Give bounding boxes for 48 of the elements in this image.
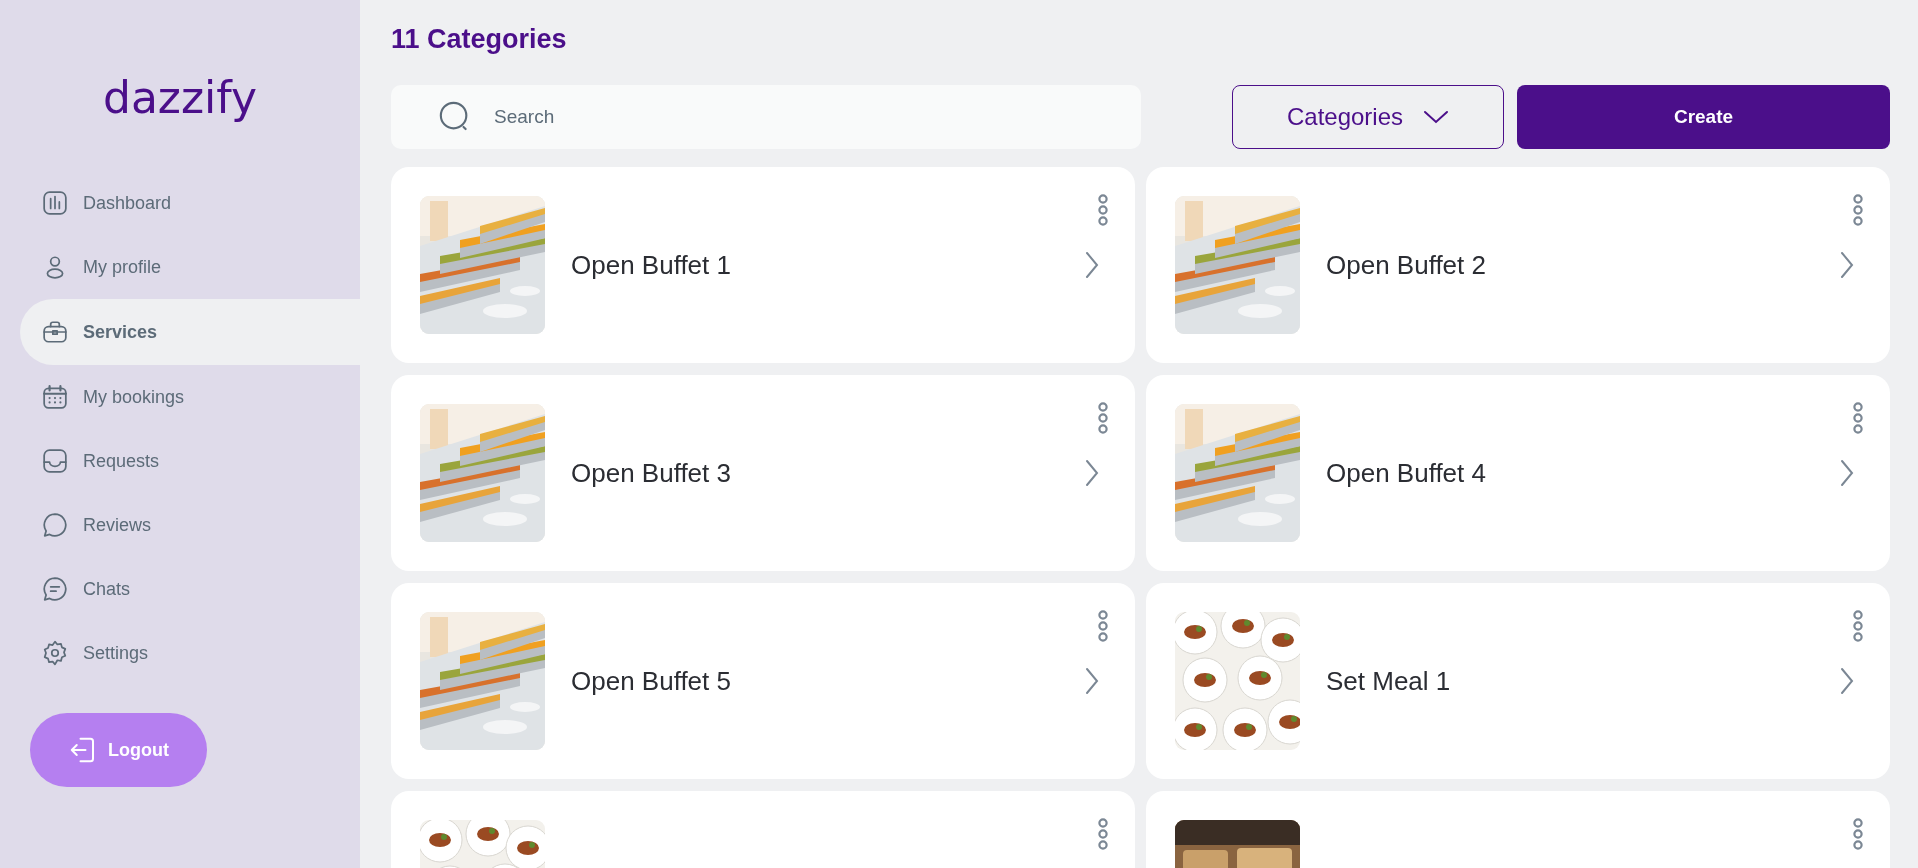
logout-button[interactable]: Logout xyxy=(30,713,207,787)
category-card[interactable]: Open Buffet 3 xyxy=(391,375,1135,571)
card-title: Open Buffet 2 xyxy=(1326,249,1487,281)
more-icon[interactable] xyxy=(1097,194,1109,226)
sidebar-item[interactable]: My bookings xyxy=(20,365,360,429)
page-title: 11 Categories xyxy=(391,23,567,55)
settings-icon xyxy=(42,640,68,666)
chevron-right-icon[interactable] xyxy=(1840,459,1854,487)
more-icon[interactable] xyxy=(1852,194,1864,226)
card-title: Open Buffet 5 xyxy=(571,665,732,697)
sidebar-item[interactable]: Services xyxy=(20,299,360,365)
logo: dazzify xyxy=(102,72,258,123)
more-icon[interactable] xyxy=(1097,610,1109,642)
more-icon[interactable] xyxy=(1852,402,1864,434)
sidebar-item[interactable]: Chats xyxy=(20,557,360,621)
speech-bubble-icon xyxy=(42,512,68,538)
chevron-right-icon[interactable] xyxy=(1085,667,1099,695)
category-card[interactable]: Open Buffet 1 xyxy=(391,167,1135,363)
chevron-down-icon xyxy=(1423,110,1450,124)
bar-chart-icon xyxy=(42,190,68,216)
search-field[interactable]: Search xyxy=(391,85,1141,149)
card-title: Open Buffet 4 xyxy=(1326,457,1487,489)
chevron-right-icon[interactable] xyxy=(1085,459,1099,487)
chat-icon xyxy=(42,576,68,602)
more-icon[interactable] xyxy=(1097,818,1109,850)
sidebar-item[interactable]: My profile xyxy=(20,235,360,299)
create-button[interactable]: Create xyxy=(1517,85,1890,149)
card-title: Open Buffet 1 xyxy=(571,249,732,281)
chevron-right-icon[interactable] xyxy=(1085,251,1099,279)
card-title: Open Buffet 3 xyxy=(571,457,732,489)
sidebar-item[interactable]: Settings xyxy=(20,621,360,685)
category-card[interactable]: Open Buffet 5 xyxy=(391,583,1135,779)
category-card[interactable]: Open Buffet 2 xyxy=(1146,167,1890,363)
briefcase-icon xyxy=(42,319,68,345)
more-icon[interactable] xyxy=(1852,610,1864,642)
sidebar-item[interactable]: Dashboard xyxy=(20,171,360,235)
chevron-right-icon[interactable] xyxy=(1840,667,1854,695)
category-card[interactable]: Open Buffet 4 xyxy=(1146,375,1890,571)
categories-dropdown[interactable]: Categories xyxy=(1232,85,1504,149)
calendar-icon xyxy=(42,384,68,410)
inbox-icon xyxy=(42,448,68,474)
more-icon[interactable] xyxy=(1852,818,1864,850)
card-title: Set Meal 1 xyxy=(1326,665,1452,697)
sidebar-item[interactable]: Requests xyxy=(20,429,360,493)
sidebar-item[interactable]: Reviews xyxy=(20,493,360,557)
chevron-right-icon[interactable] xyxy=(1840,251,1854,279)
more-icon[interactable] xyxy=(1097,402,1109,434)
category-card[interactable]: Set Meal 1 xyxy=(1146,583,1890,779)
